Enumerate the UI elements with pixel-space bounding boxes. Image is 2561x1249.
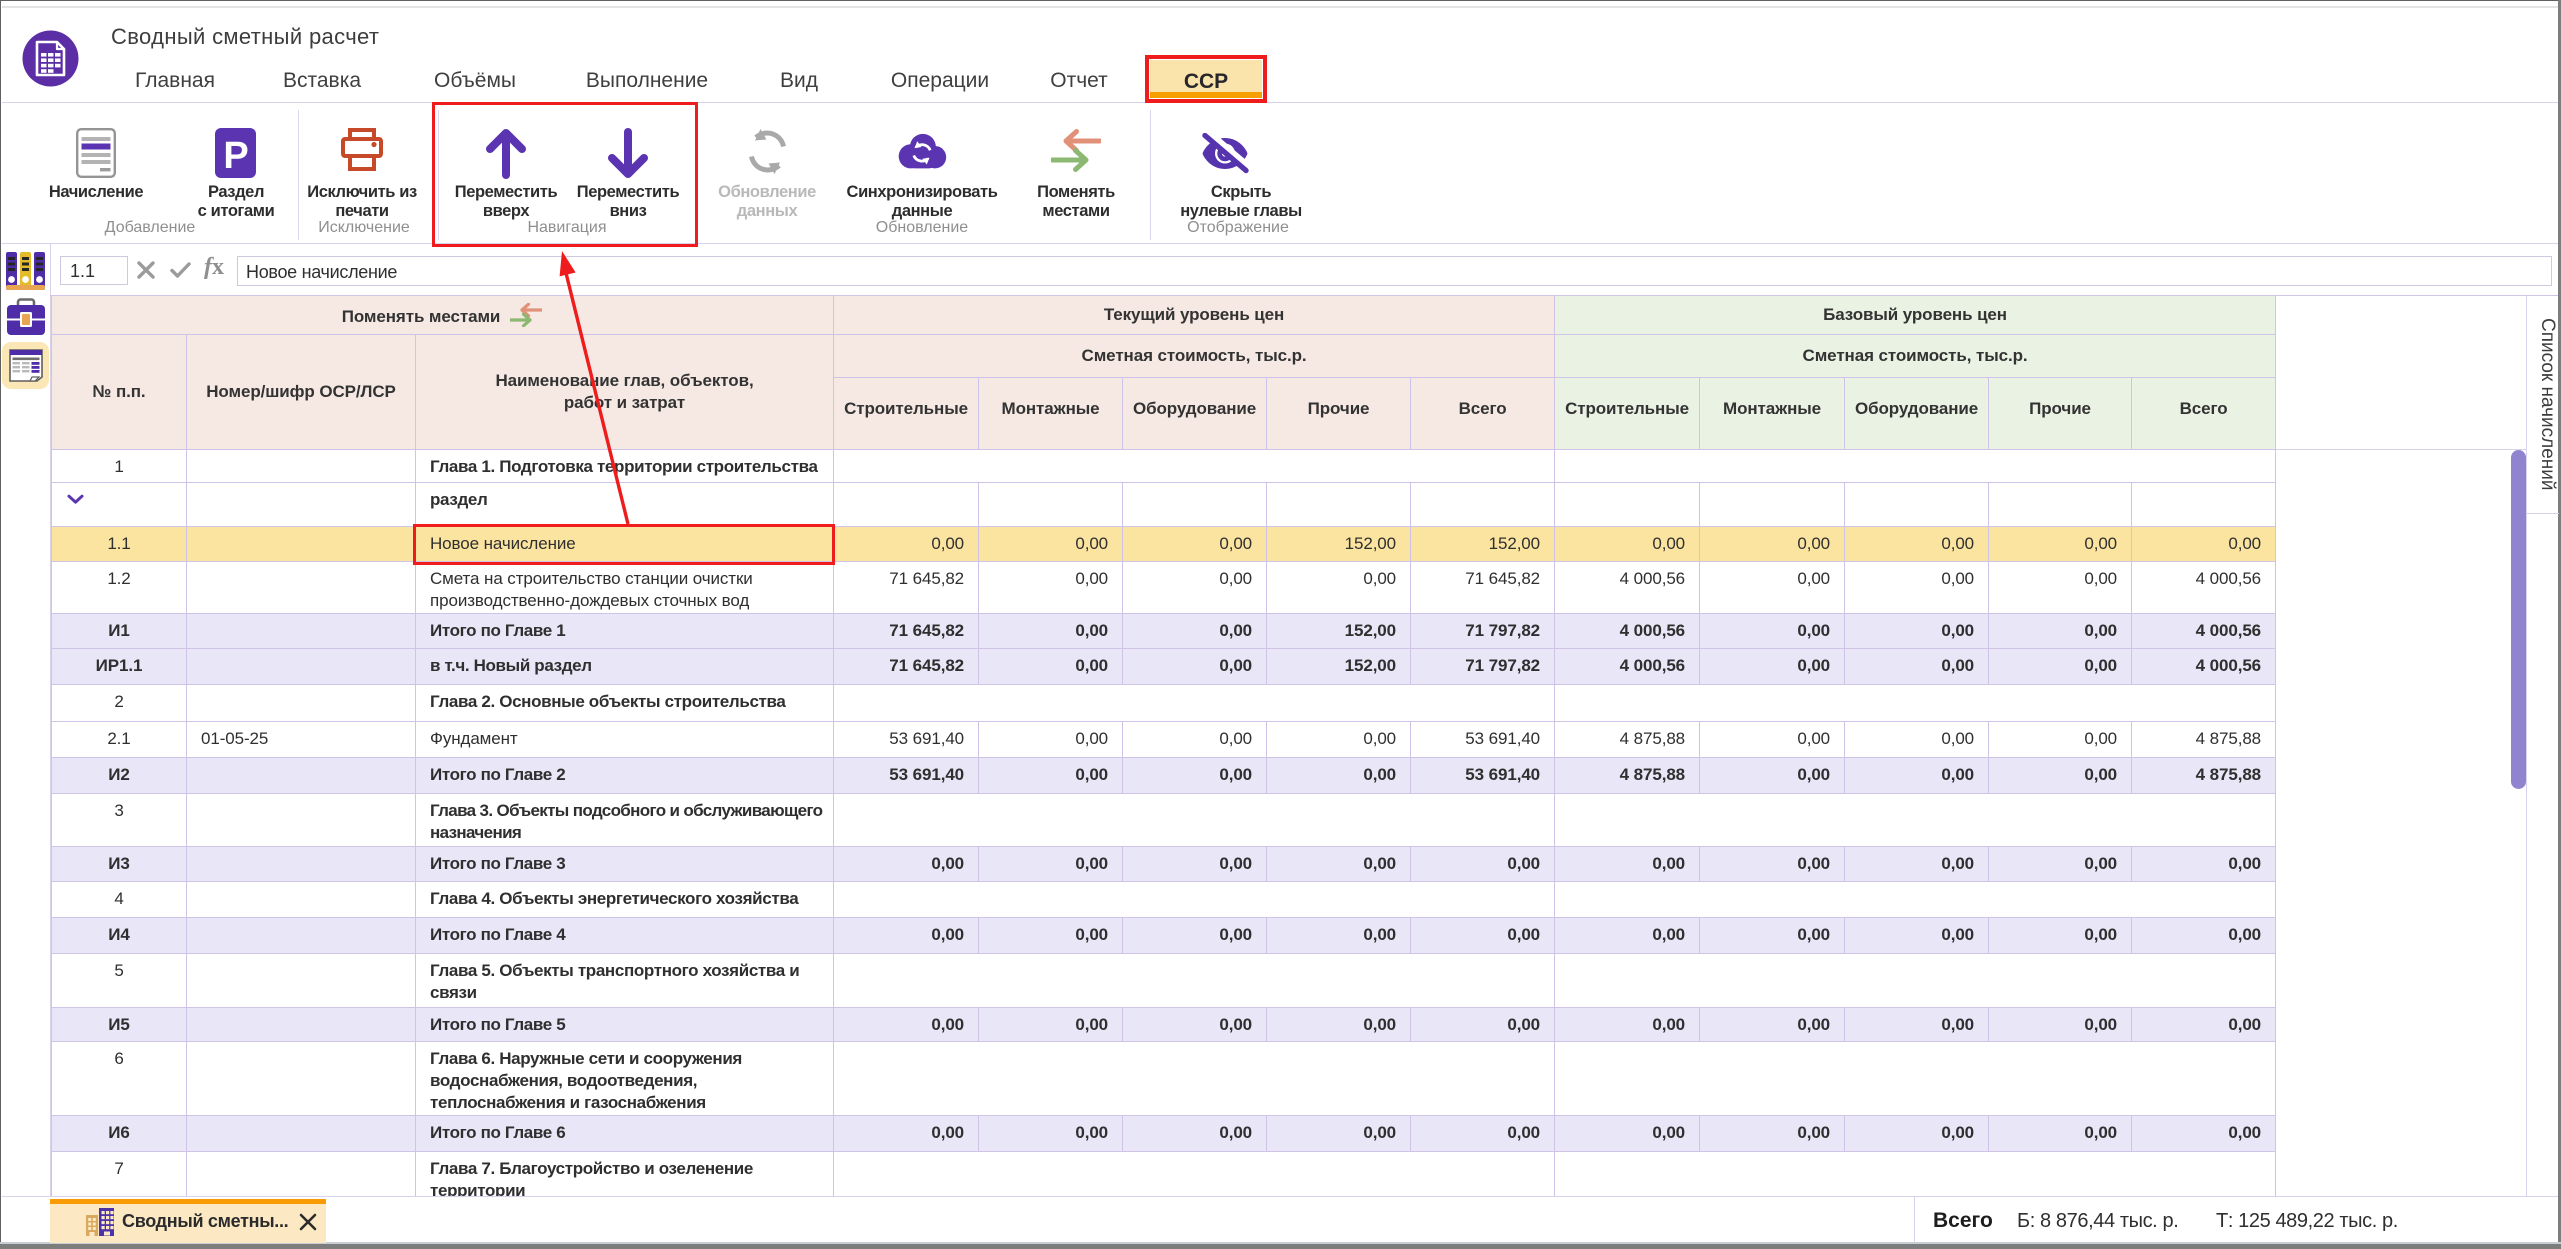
svg-text:P: P: [223, 135, 248, 177]
